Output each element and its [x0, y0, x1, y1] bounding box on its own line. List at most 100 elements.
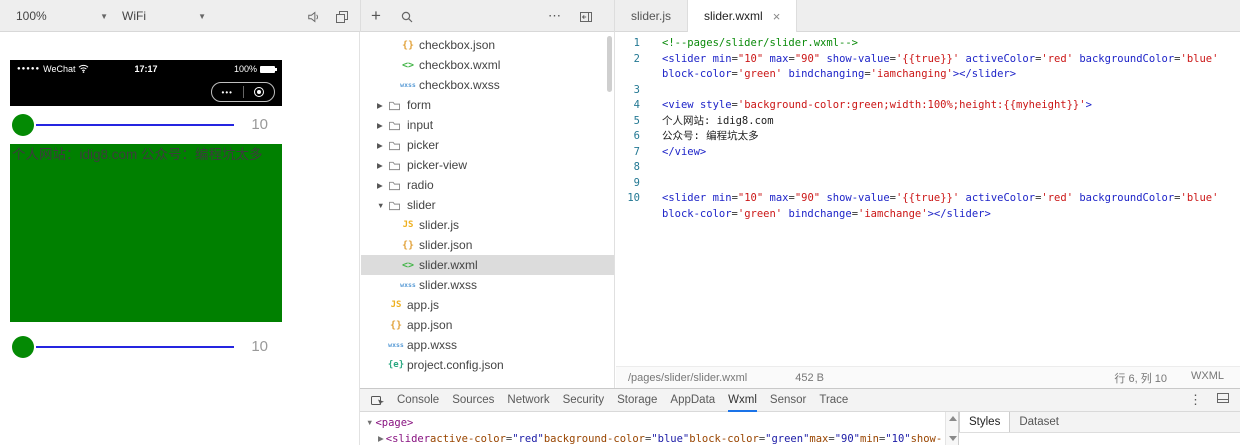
devtools-tab-security[interactable]: Security — [563, 389, 605, 412]
js-file-icon: JS — [390, 300, 402, 310]
folder-expand-icon[interactable]: ▶ — [377, 101, 388, 110]
tree-file-slider.js[interactable]: JS slider.js — [361, 215, 614, 235]
devtools-scrollbar[interactable] — [945, 412, 958, 445]
dom-token: <page> — [375, 417, 414, 429]
language-mode[interactable]: WXML — [1191, 370, 1224, 386]
code-line[interactable]: 个人网站: idig8.com — [650, 114, 1240, 130]
file-label: app.js — [407, 298, 440, 312]
zoom-dropdown[interactable]: 100% ▼ — [16, 0, 108, 32]
tree-file-app.wxss[interactable]: wxss app.wxss — [361, 335, 614, 355]
code-line[interactable]: <slider min="10" max="90" show-value='{{… — [650, 191, 1240, 222]
devtools-menu-icon[interactable]: ⋮ — [1189, 392, 1202, 408]
devtools-tab-trace[interactable]: Trace — [819, 389, 848, 412]
folder-collapse-icon[interactable]: ▼ — [377, 201, 388, 210]
sidebar-tab-dataset[interactable]: Dataset — [1010, 412, 1068, 432]
collapse-panel-icon[interactable] — [578, 9, 594, 25]
editor-tab-slider.js[interactable]: slider.js — [615, 0, 689, 32]
slider-thumb[interactable] — [12, 114, 34, 136]
filetree-scrollbar[interactable] — [607, 36, 612, 92]
dom-token: show- — [910, 433, 943, 445]
search-icon[interactable] — [399, 9, 415, 25]
folder-expand-icon[interactable]: ▶ — [377, 141, 388, 150]
slider-thumb[interactable] — [12, 336, 34, 358]
more-options-button[interactable]: ⋯ — [548, 0, 562, 31]
tab-close-icon[interactable]: × — [773, 9, 781, 24]
scroll-down-icon[interactable] — [949, 436, 957, 441]
devtools-tab-storage[interactable]: Storage — [617, 389, 657, 412]
node-expand-icon[interactable]: ▶ — [378, 431, 384, 445]
dom-node[interactable]: ▶ <slider active-color = "red" background-c… — [360, 431, 945, 445]
devtools-tab-sources[interactable]: Sources — [452, 389, 494, 412]
line-number: 10 — [627, 192, 640, 204]
code-line[interactable]: </view> — [650, 145, 1240, 161]
devtools-tab-sensor[interactable]: Sensor — [770, 389, 806, 412]
devtools-tab-appdata[interactable]: AppData — [670, 389, 715, 412]
line-number: 4 — [633, 99, 640, 111]
code-line[interactable]: <!--pages/slider/slider.wxml--> — [650, 36, 1240, 52]
code-line[interactable]: 公众号: 编程坑太多 — [650, 129, 1240, 145]
code-line[interactable]: <view style='background-color:green;widt… — [650, 98, 1240, 114]
code-token: '{{true}}' — [895, 192, 960, 204]
editor-tab-slider.wxml[interactable]: slider.wxml × — [688, 0, 798, 32]
econfig-file-icon: {e} — [387, 360, 405, 370]
slider-track[interactable] — [36, 346, 234, 348]
code-token: 'background-color:green;width:100%;heigh… — [737, 99, 1086, 111]
inspect-element-icon[interactable] — [370, 393, 385, 407]
tree-file-checkbox.wxml[interactable]: <> checkbox.wxml — [361, 55, 614, 75]
tree-folder-slider[interactable]: ▼ slider — [361, 195, 614, 215]
devtools-tab-wxml[interactable]: Wxml — [728, 389, 757, 412]
tree-folder-input[interactable]: ▶ input — [361, 115, 614, 135]
capsule-home-button[interactable] — [244, 83, 275, 101]
toolbar: 100% ▼ WiFi ▼ + ⋯ slider.js slider.wxml … — [0, 0, 1240, 32]
tree-file-checkbox.wxss[interactable]: wxss checkbox.wxss — [361, 75, 614, 95]
chevron-down-icon: ▼ — [198, 11, 206, 21]
code-token: max — [769, 192, 789, 204]
tree-file-slider.wxml[interactable]: <> slider.wxml — [361, 255, 614, 275]
signal-dots: ●●●●● — [17, 66, 41, 72]
code-token: min — [712, 52, 732, 65]
devtools-tab-console[interactable]: Console — [397, 389, 439, 412]
code-editor[interactable]: 1 <!--pages/slider/slider.wxml--> 2 <slider… — [616, 32, 1240, 366]
line-number: 1 — [633, 37, 640, 49]
code-line[interactable]: <slider min="10" max="90" show-value='{{… — [650, 52, 1240, 83]
scroll-up-icon[interactable] — [949, 416, 957, 421]
code-token: ></slider> — [952, 68, 1017, 80]
folder-expand-icon[interactable]: ▶ — [377, 121, 388, 130]
tree-file-checkbox.json[interactable]: {} checkbox.json — [361, 35, 614, 55]
editor-tabs: slider.js slider.wxml × — [615, 0, 1240, 32]
folder-expand-icon[interactable]: ▶ — [377, 161, 388, 170]
node-collapse-icon[interactable]: ▼ — [366, 415, 373, 431]
tree-file-app.js[interactable]: JS app.js — [361, 295, 614, 315]
line-number: 2 — [633, 52, 640, 65]
sidebar-tab-styles[interactable]: Styles — [959, 412, 1011, 432]
cursor-position[interactable]: 行 6, 列 10 — [1114, 370, 1167, 386]
tree-folder-form[interactable]: ▶ form — [361, 95, 614, 115]
slider-value: 10 — [251, 116, 268, 133]
tree-file-project.config.json[interactable]: {e} project.config.json — [361, 355, 614, 375]
devtools-tab-network[interactable]: Network — [507, 389, 549, 412]
new-file-button[interactable]: + — [371, 0, 381, 31]
tree-file-slider.json[interactable]: {} slider.json — [361, 235, 614, 255]
dom-node[interactable]: ▼ <page> — [360, 415, 945, 431]
dock-side-icon[interactable] — [1216, 391, 1230, 409]
tree-file-slider.wxss[interactable]: wxss slider.wxss — [361, 275, 614, 295]
code-line-row: 2 <slider min="10" max="90" show-value='{… — [616, 52, 1240, 83]
folder-icon — [388, 120, 405, 131]
code-token: 'blue' — [1180, 192, 1219, 204]
sound-icon[interactable] — [306, 9, 322, 25]
capsule-more-button[interactable]: ••• — [212, 83, 243, 101]
line-number: 7 — [633, 145, 640, 158]
code-line[interactable] — [650, 83, 1240, 99]
slider-track[interactable] — [36, 124, 234, 126]
tree-folder-picker-view[interactable]: ▶ picker-view — [361, 155, 614, 175]
line-number: 8 — [633, 161, 640, 173]
folder-expand-icon[interactable]: ▶ — [377, 181, 388, 190]
tree-folder-picker[interactable]: ▶ picker — [361, 135, 614, 155]
code-line[interactable] — [650, 160, 1240, 176]
network-dropdown[interactable]: WiFi ▼ — [122, 0, 206, 32]
tree-folder-radio[interactable]: ▶ radio — [361, 175, 614, 195]
tree-file-app.json[interactable]: {} app.json — [361, 315, 614, 335]
detach-window-icon[interactable] — [334, 9, 350, 25]
code-line[interactable] — [650, 176, 1240, 192]
